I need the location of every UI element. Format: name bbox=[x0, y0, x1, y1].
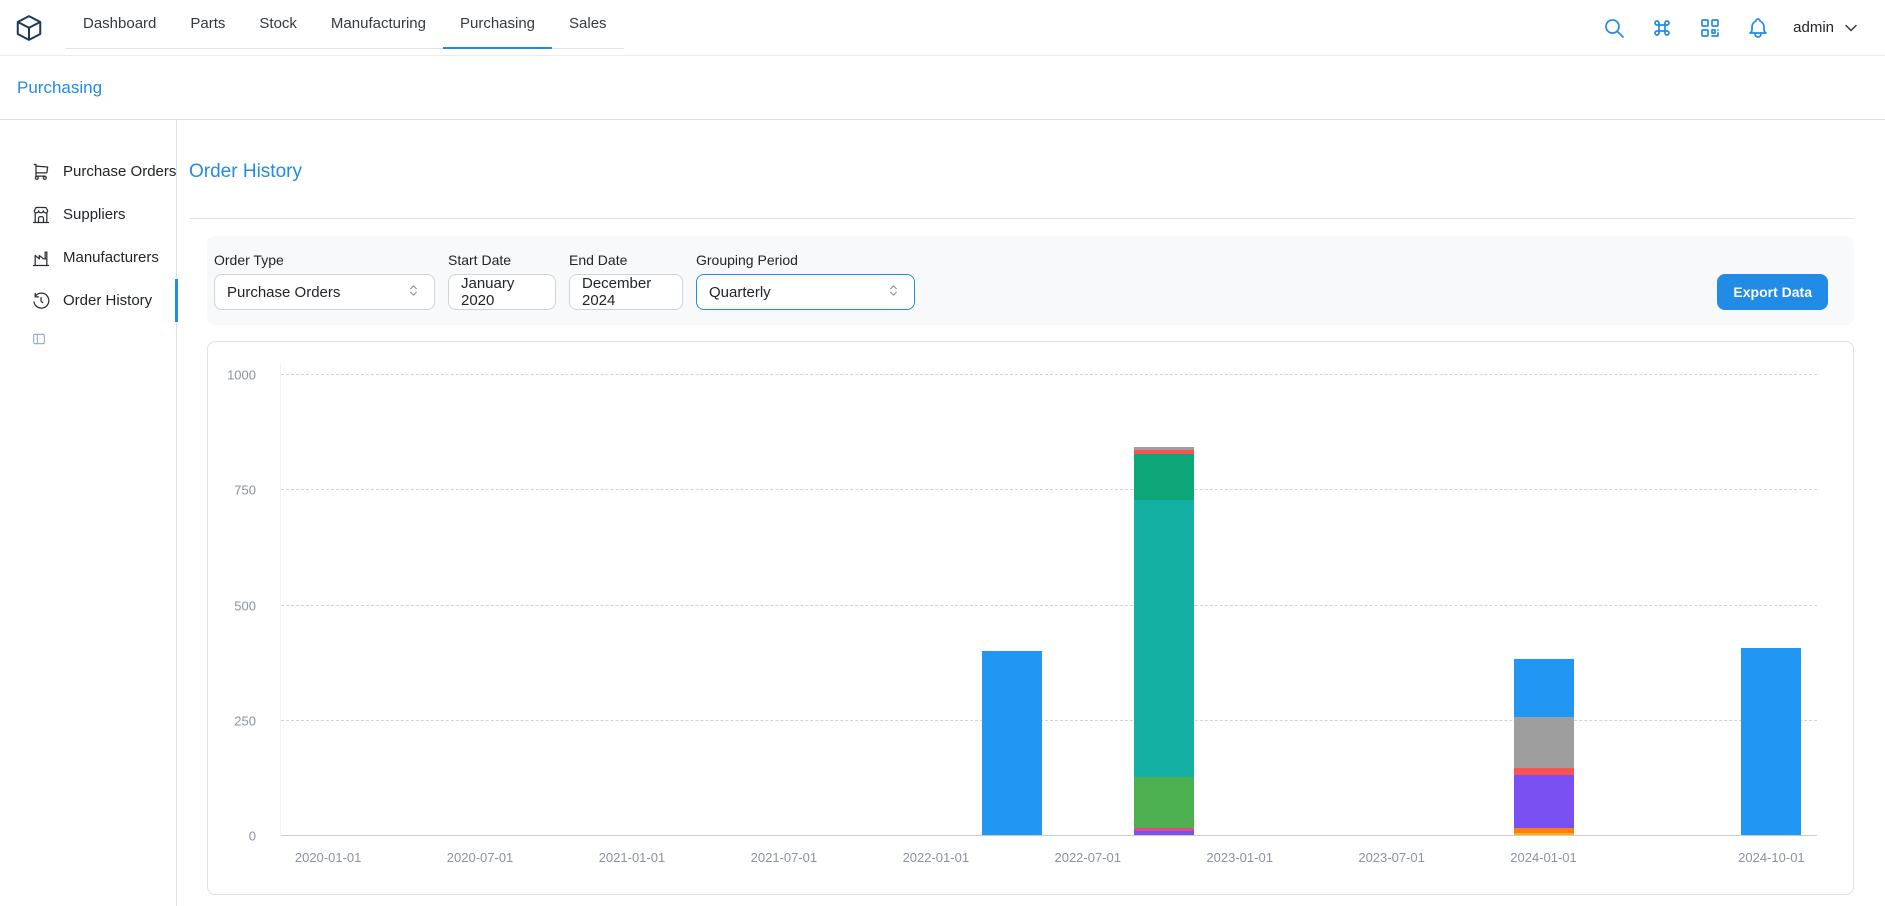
x-tick-label: 2022-07-01 bbox=[1054, 850, 1121, 865]
sidebar-item-label: Purchase Orders bbox=[63, 163, 176, 180]
bar-2022-04-01 bbox=[982, 651, 1042, 835]
tab-sales[interactable]: Sales bbox=[552, 0, 624, 49]
main-panel: Order History Order Type Purchase Orders… bbox=[177, 120, 1885, 906]
bar-2024-01-01 bbox=[1514, 659, 1574, 835]
grouping-period-select[interactable]: Quarterly bbox=[696, 274, 915, 310]
command-icon[interactable] bbox=[1649, 15, 1675, 41]
chart-y-axis: 02505007501000 bbox=[208, 364, 268, 836]
bar-segment bbox=[1134, 831, 1194, 835]
chart-x-axis: 2020-01-01 2020-07-01 2021-01-01 2021-07-01… bbox=[280, 850, 1817, 868]
sidebar-item-purchase-orders[interactable]: Purchase Orders bbox=[0, 150, 176, 193]
sidebar-item-suppliers[interactable]: Suppliers bbox=[0, 193, 176, 236]
end-date-label: End Date bbox=[569, 252, 683, 268]
bar-segment bbox=[1134, 500, 1194, 777]
x-tick-label: 2020-07-01 bbox=[447, 850, 514, 865]
main-nav-tabs: Dashboard Parts Stock Manufacturing Purc… bbox=[66, 0, 624, 49]
order-type-field: Order Type Purchase Orders bbox=[214, 252, 435, 310]
gridline bbox=[281, 605, 1817, 606]
tab-purchasing[interactable]: Purchasing bbox=[443, 0, 552, 49]
gridline bbox=[281, 835, 1817, 836]
tab-dashboard[interactable]: Dashboard bbox=[66, 0, 173, 49]
chart-card: 0 250 500 750 1000 2020-01-01 2020-07-01 2021-… bbox=[207, 341, 1854, 895]
section-title: Order History bbox=[189, 160, 1854, 184]
x-tick-label: 2020-01-01 bbox=[295, 850, 362, 865]
bar-segment bbox=[982, 651, 1042, 835]
selector-icon bbox=[885, 282, 902, 303]
bar-segment bbox=[1514, 717, 1574, 769]
bar-segment bbox=[1514, 775, 1574, 828]
bell-icon[interactable] bbox=[1745, 15, 1771, 41]
top-navbar: Dashboard Parts Stock Manufacturing Purc… bbox=[0, 0, 1885, 56]
sidebar-item-order-history[interactable]: Order History bbox=[0, 279, 176, 322]
y-tick-label: 250 bbox=[234, 713, 256, 728]
start-date-field: Start Date January 2020 bbox=[448, 252, 556, 310]
gridline bbox=[281, 374, 1817, 375]
start-date-value: January 2020 bbox=[461, 275, 543, 309]
bar-segment bbox=[1514, 833, 1574, 835]
shopping-cart-icon bbox=[31, 162, 51, 182]
sidebar-item-label: Order History bbox=[63, 292, 152, 309]
bar-2024-10-01 bbox=[1741, 648, 1801, 835]
grouping-period-label: Grouping Period bbox=[696, 252, 915, 268]
chevron-down-icon bbox=[1841, 18, 1861, 38]
sidebar-item-manufacturers[interactable]: Manufacturers bbox=[0, 236, 176, 279]
tab-stock[interactable]: Stock bbox=[242, 0, 314, 49]
bar-segment bbox=[1514, 768, 1574, 775]
x-tick-label: 2021-01-01 bbox=[599, 850, 666, 865]
chart-plot bbox=[280, 364, 1817, 836]
tab-manufacturing[interactable]: Manufacturing bbox=[314, 0, 443, 49]
x-tick-label: 2022-01-01 bbox=[903, 850, 970, 865]
history-icon bbox=[31, 291, 51, 311]
gridline bbox=[281, 720, 1817, 721]
bar-segment bbox=[1134, 454, 1194, 500]
export-data-button[interactable]: Export Data bbox=[1717, 274, 1828, 310]
bar-segment bbox=[1134, 777, 1194, 828]
y-tick-label: 1000 bbox=[227, 368, 256, 383]
bar-2022-10-01 bbox=[1134, 447, 1194, 835]
building-store-icon bbox=[31, 205, 51, 225]
app-logo-icon[interactable] bbox=[14, 13, 44, 43]
x-tick-label: 2024-01-01 bbox=[1510, 850, 1577, 865]
bar-segment bbox=[1514, 659, 1574, 717]
grouping-period-field: Grouping Period Quarterly bbox=[696, 252, 915, 310]
sidebar-item-label: Manufacturers bbox=[63, 249, 159, 266]
x-tick-label: 2024-10-01 bbox=[1738, 850, 1805, 865]
page-title: Purchasing bbox=[17, 78, 102, 98]
sidebar: Purchase Orders Suppliers Manufacturers … bbox=[0, 120, 177, 906]
bar-segment bbox=[1741, 648, 1801, 835]
factory-icon bbox=[31, 248, 51, 268]
selector-icon bbox=[405, 282, 422, 303]
sidebar-item-label: Suppliers bbox=[63, 206, 126, 223]
content-area: Purchase Orders Suppliers Manufacturers … bbox=[0, 120, 1885, 906]
x-tick-label: 2021-07-01 bbox=[751, 850, 818, 865]
filter-panel: Order Type Purchase Orders Start Date Ja… bbox=[207, 236, 1854, 325]
order-type-label: Order Type bbox=[214, 252, 435, 268]
user-menu[interactable]: admin bbox=[1793, 18, 1861, 38]
navbar-actions: admin bbox=[1601, 15, 1861, 41]
end-date-field: End Date December 2024 bbox=[569, 252, 683, 310]
gridline bbox=[281, 489, 1817, 490]
tab-parts[interactable]: Parts bbox=[173, 0, 242, 49]
sidebar-collapse-icon[interactable] bbox=[31, 331, 47, 347]
order-type-select[interactable]: Purchase Orders bbox=[214, 274, 435, 310]
section-divider bbox=[189, 218, 1854, 219]
y-tick-label: 0 bbox=[249, 829, 256, 844]
breadcrumb: Purchasing bbox=[0, 56, 1885, 120]
x-tick-label: 2023-07-01 bbox=[1358, 850, 1425, 865]
y-tick-label: 500 bbox=[234, 598, 256, 613]
y-tick-label: 750 bbox=[234, 483, 256, 498]
start-date-input[interactable]: January 2020 bbox=[448, 274, 556, 310]
end-date-value: December 2024 bbox=[582, 275, 670, 309]
search-icon[interactable] bbox=[1601, 15, 1627, 41]
user-name: admin bbox=[1793, 19, 1834, 36]
order-type-value: Purchase Orders bbox=[227, 284, 340, 301]
grouping-period-value: Quarterly bbox=[709, 284, 771, 301]
qr-code-icon[interactable] bbox=[1697, 15, 1723, 41]
x-tick-label: 2023-01-01 bbox=[1206, 850, 1273, 865]
start-date-label: Start Date bbox=[448, 252, 556, 268]
end-date-input[interactable]: December 2024 bbox=[569, 274, 683, 310]
